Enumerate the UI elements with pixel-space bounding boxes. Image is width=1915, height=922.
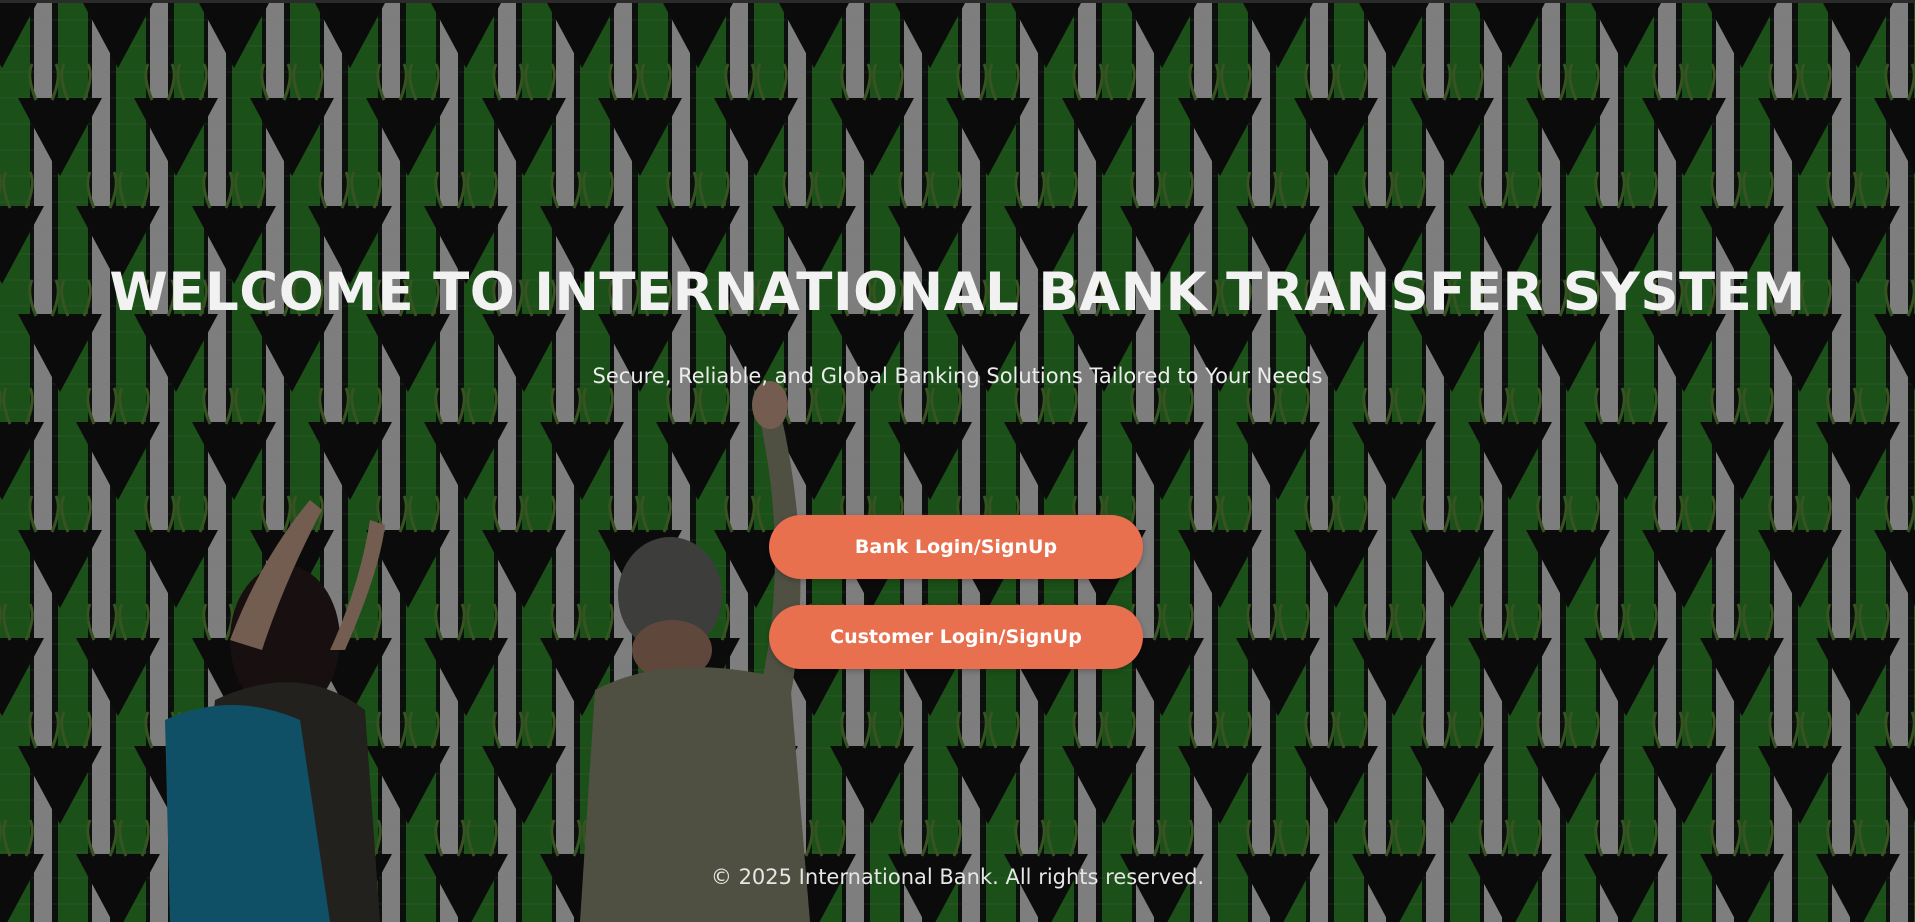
landing-page: WELCOME TO INTERNATIONAL BANK TRANSFER S… [0, 0, 1915, 922]
hero-content: WELCOME TO INTERNATIONAL BANK TRANSFER S… [0, 0, 1915, 922]
page-title: WELCOME TO INTERNATIONAL BANK TRANSFER S… [109, 262, 1806, 323]
footer-copyright: © 2025 International Bank. All rights re… [710, 865, 1205, 889]
customer-login-signup-button[interactable]: Customer Login/SignUp [769, 605, 1143, 669]
page-subtitle: Secure, Reliable, and Global Banking Sol… [592, 364, 1323, 388]
bank-login-signup-button[interactable]: Bank Login/SignUp [769, 515, 1143, 579]
